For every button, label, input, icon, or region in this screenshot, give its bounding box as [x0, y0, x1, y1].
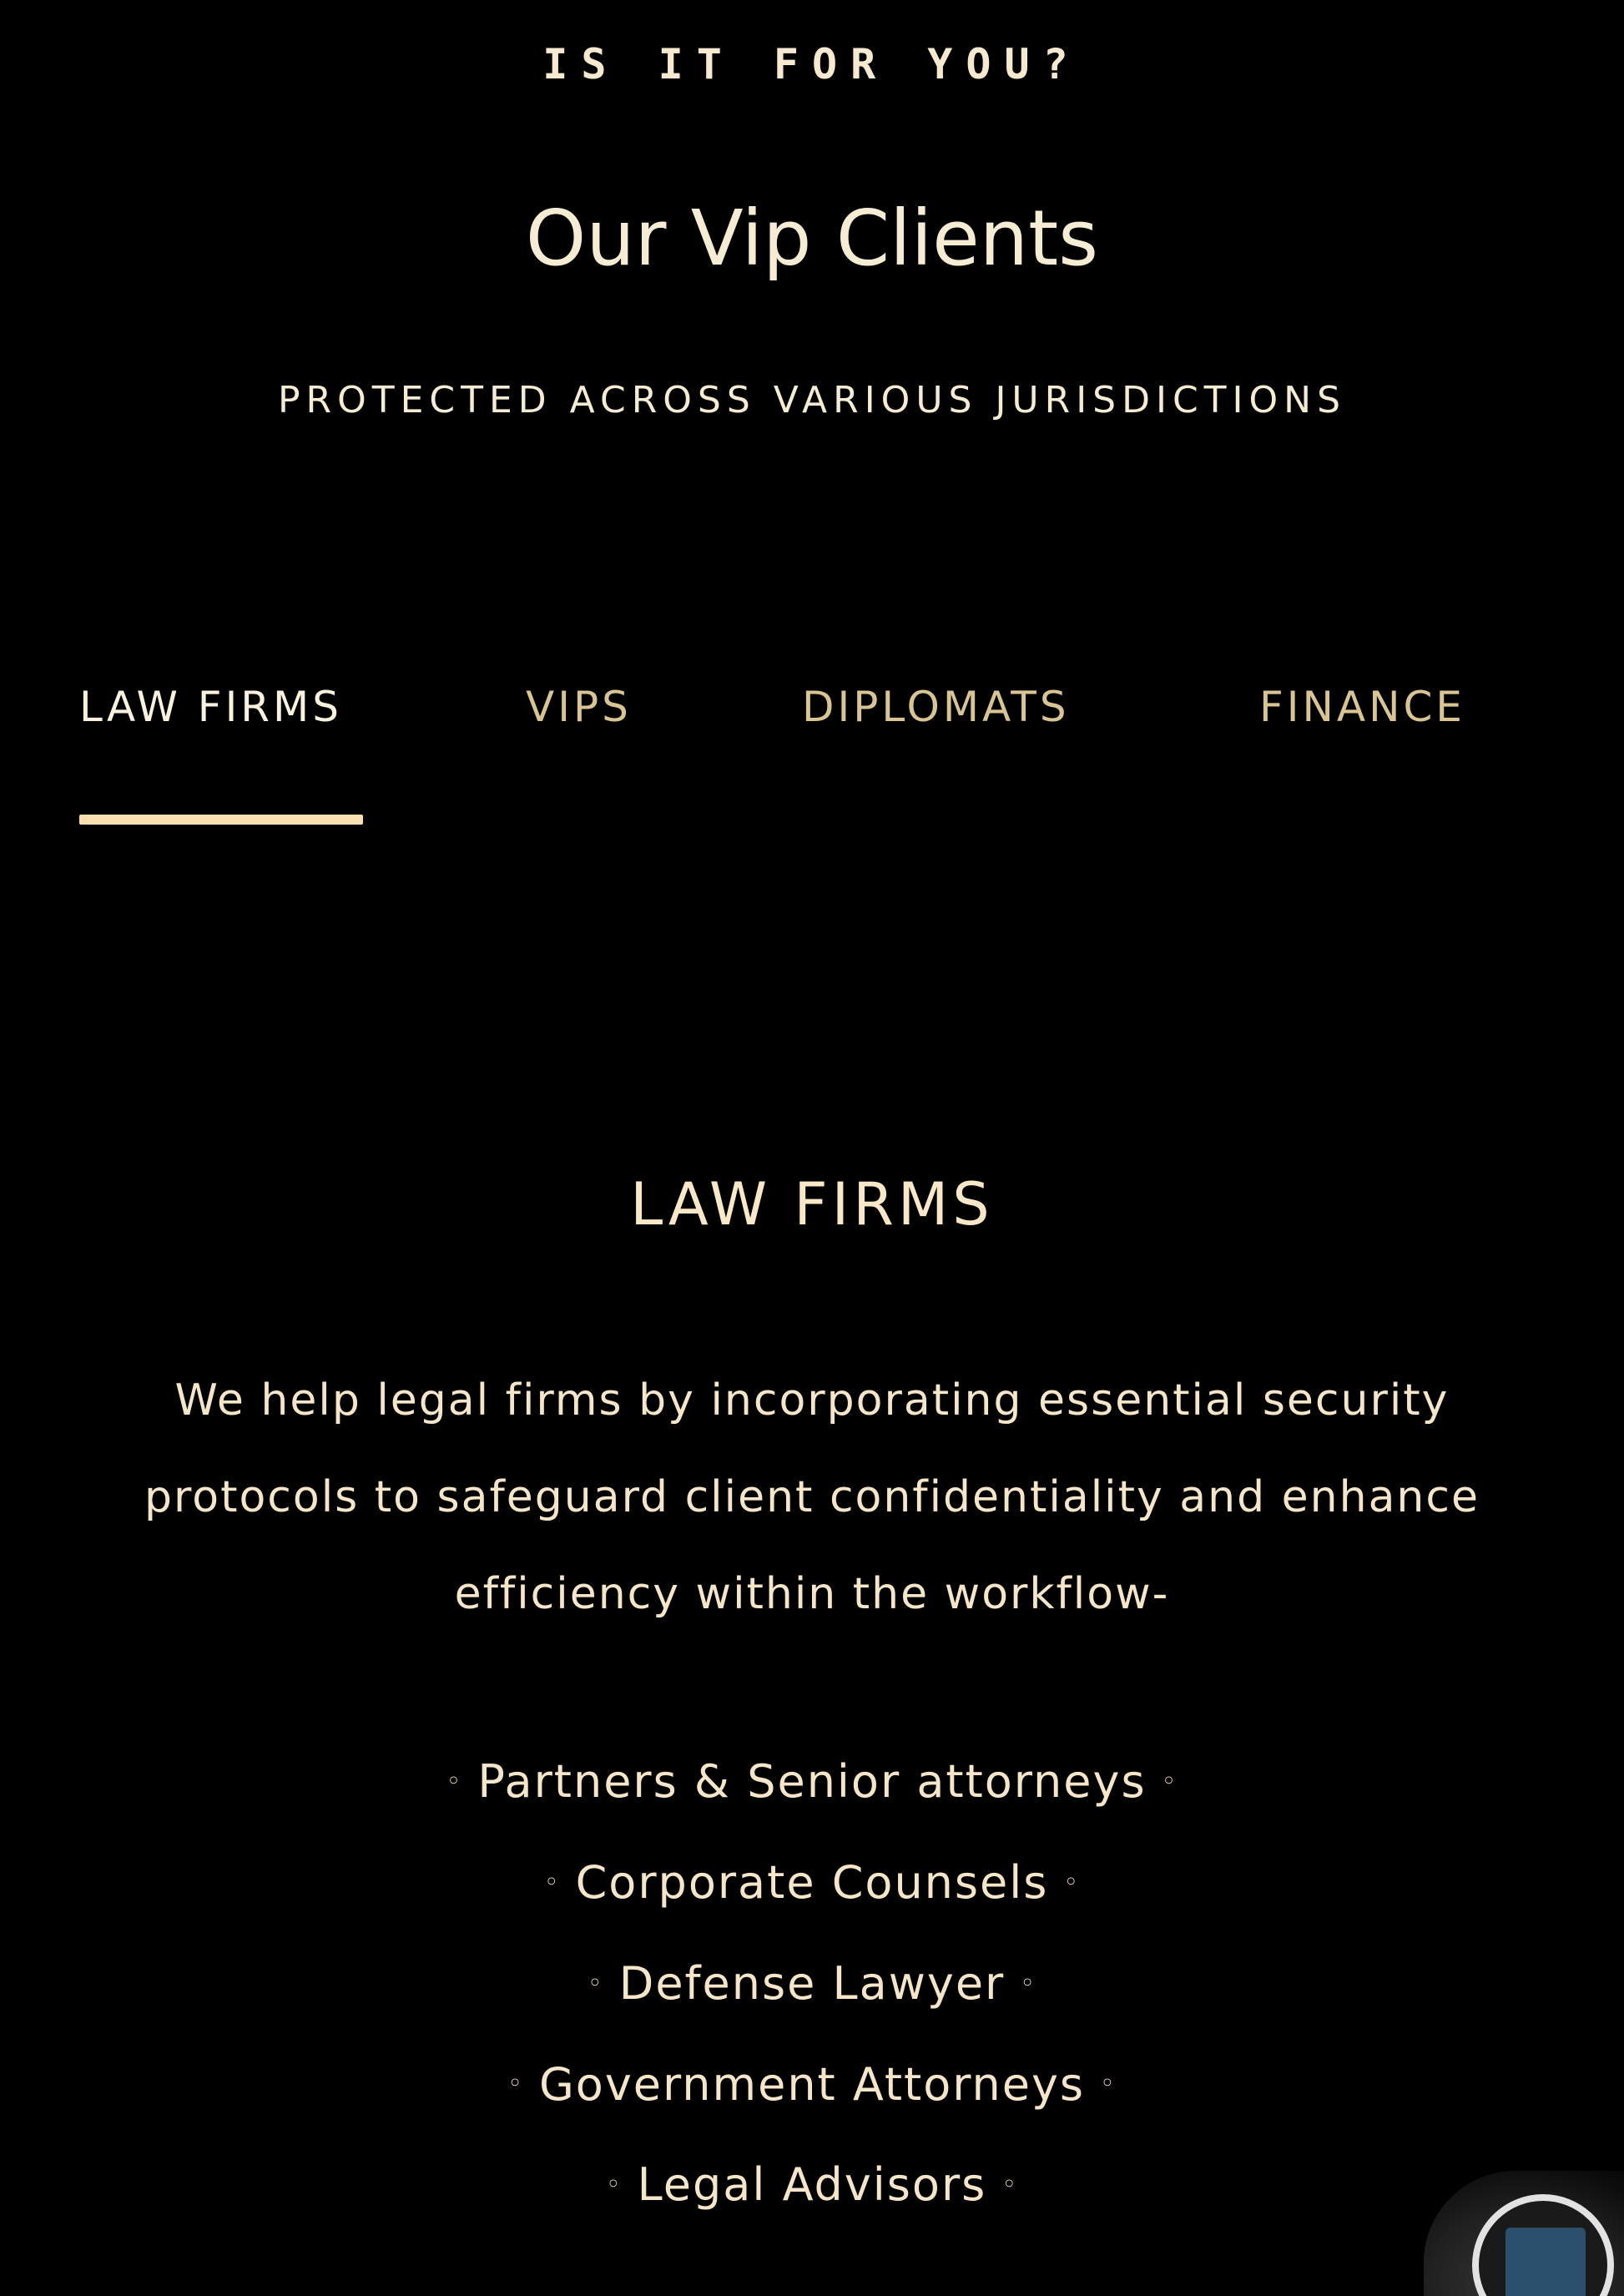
list-item: ◦ Corporate Counsels ◦ — [0, 1834, 1624, 1935]
bullet-icon: ◦ — [543, 1867, 561, 1897]
chat-launcher-icon[interactable] — [1374, 2154, 1624, 2296]
chat-launcher-screen — [1505, 2228, 1586, 2296]
list-item-label: Legal Advisors — [637, 2158, 987, 2212]
active-tab-indicator — [79, 815, 363, 825]
bullet-icon: ◦ — [1020, 1968, 1036, 1998]
tab-law-firms[interactable]: LAW FIRMS — [79, 686, 342, 728]
tab-finance[interactable]: FINANCE — [1259, 686, 1465, 728]
list-item: ◦ Defense Lawyer ◦ — [0, 1935, 1624, 2036]
bullet-icon: ◦ — [605, 2170, 623, 2200]
tab-diplomats[interactable]: DIPLOMATS — [802, 686, 1070, 728]
list-item-label: Partners & Senior attorneys — [477, 1755, 1147, 1808]
tab-vips[interactable]: VIPS — [526, 686, 632, 728]
bullet-icon: ◦ — [1100, 2069, 1117, 2099]
bullet-icon: ◦ — [1161, 1766, 1178, 1796]
list-item-label: Government Attorneys — [538, 2057, 1086, 2111]
list-item-label: Defense Lawyer — [618, 1956, 1006, 2010]
list-item-label: Corporate Counsels — [575, 1855, 1049, 1909]
bullet-icon: ◦ — [446, 1766, 463, 1796]
panel-heading: LAW FIRMS — [630, 1170, 994, 1239]
eyebrow-label: IS IT FOR YOU? — [542, 40, 1082, 88]
panel-description: We help legal firms by incorporating ess… — [144, 1375, 1480, 1619]
bullet-icon: ◦ — [507, 2069, 524, 2099]
list-item: ◦ Government Attorneys ◦ — [0, 2036, 1624, 2137]
bullet-icon: ◦ — [1001, 2170, 1019, 2200]
page-subtitle: PROTECTED ACROSS VARIOUS JURISDICTIONS — [277, 379, 1347, 421]
bullet-icon: ◦ — [1063, 1867, 1081, 1897]
client-tabs: LAW FIRMS VIPS DIPLOMATS FINANCE — [0, 686, 1624, 836]
list-item: ◦ Partners & Senior attorneys ◦ — [0, 1733, 1624, 1834]
page-title: Our Vip Clients — [525, 194, 1099, 283]
bullet-icon: ◦ — [588, 1968, 604, 1998]
